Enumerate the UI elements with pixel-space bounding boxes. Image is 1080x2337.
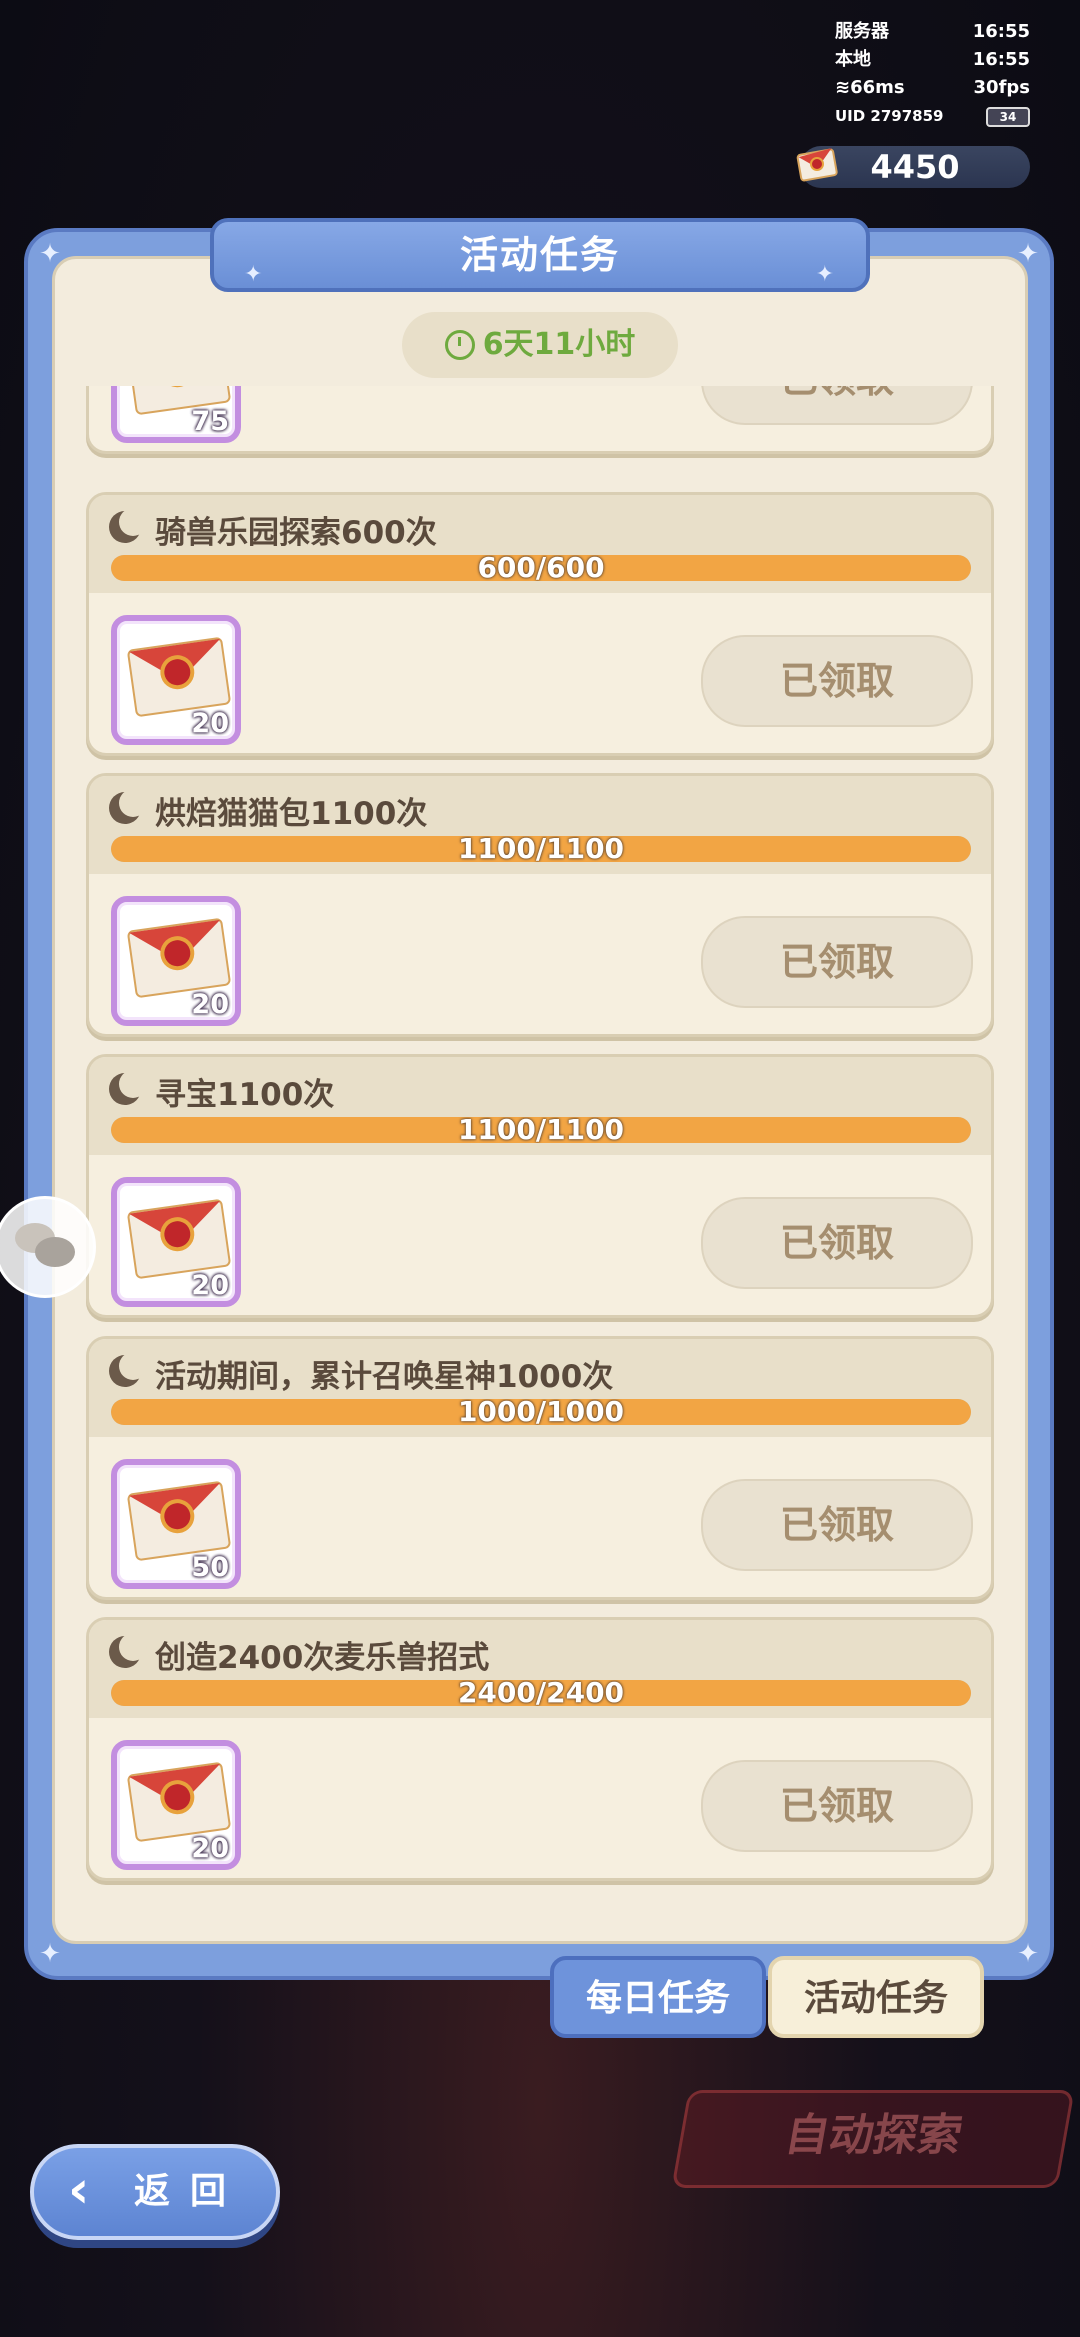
- progress-text: 600/600: [477, 555, 605, 581]
- task-name: 寻宝1100次: [155, 1077, 335, 1113]
- progress-bar: 600/600: [111, 555, 971, 581]
- local-label: 本地: [835, 49, 871, 70]
- task-card: 烘焙猫猫包1100次 1100/1100 20 已领取: [86, 773, 994, 1037]
- progress-text: 1000/1000: [457, 1399, 625, 1425]
- claimed-button[interactable]: 已领取: [701, 635, 973, 727]
- wifi-icon: ≋: [835, 77, 851, 98]
- task-card: 75 已领取: [86, 386, 994, 454]
- claimed-button[interactable]: 已领取: [701, 386, 973, 425]
- progress-bar: 1100/1100: [111, 1117, 971, 1143]
- task-header: 烘焙猫猫包1100次 1100/1100: [89, 776, 991, 874]
- reward-item[interactable]: 50: [111, 1459, 241, 1589]
- progress-bar: 1100/1100: [111, 836, 971, 862]
- reward-item[interactable]: 20: [111, 1740, 241, 1870]
- battery-icon: 34: [986, 107, 1030, 127]
- moon-icon: [109, 1633, 147, 1668]
- task-header: 骑兽乐园探索600次 600/600: [89, 495, 991, 593]
- red-envelope-icon: [126, 636, 232, 718]
- clock-icon: [444, 330, 475, 360]
- auto-explore-button[interactable]: 自动探索: [671, 2090, 1075, 2188]
- currency-amount: 4450: [870, 148, 960, 186]
- reward-item[interactable]: 75: [111, 386, 241, 443]
- task-name: 烘焙猫猫包1100次: [155, 796, 428, 832]
- moon-icon: [109, 1070, 147, 1105]
- task-name: 创造2400次麦乐兽招式: [155, 1640, 490, 1676]
- task-name: 活动期间，累计召唤星神1000次: [155, 1359, 614, 1395]
- status-hud: 服务器 16:55 本地 16:55 ≋66ms 30fps UID 2797859 3…: [835, 18, 1030, 130]
- reward-count: 20: [191, 1833, 229, 1864]
- claimed-button[interactable]: 已领取: [701, 1760, 973, 1852]
- reward-item[interactable]: 20: [111, 1177, 241, 1307]
- claimed-button[interactable]: 已领取: [701, 916, 973, 1008]
- tab-daily-tasks[interactable]: 每日任务: [550, 1956, 766, 2038]
- red-envelope-icon: [126, 1480, 232, 1562]
- uid: UID 2797859: [835, 107, 944, 125]
- progress-bar: 2400/2400: [111, 1680, 971, 1706]
- red-envelope-icon: [796, 148, 838, 182]
- reward-item[interactable]: 20: [111, 896, 241, 1026]
- corner-star-icon: ✦: [39, 1939, 61, 1969]
- progress-text: 2400/2400: [457, 1680, 625, 1706]
- progress-bar: 1000/1000: [111, 1399, 971, 1425]
- reward-count: 75: [191, 406, 229, 437]
- task-card: 活动期间，累计召唤星神1000次 1000/1000 50 已领取: [86, 1336, 994, 1600]
- task-header: 活动期间，累计召唤星神1000次 1000/1000: [89, 1339, 991, 1437]
- moon-icon: [109, 789, 147, 824]
- back-label: 返回: [134, 2171, 247, 2212]
- task-header: 创造2400次麦乐兽招式 2400/2400: [89, 1620, 991, 1718]
- red-envelope-icon: [126, 1761, 232, 1843]
- task-name: 骑兽乐园探索600次: [155, 515, 437, 551]
- reward-item[interactable]: 20: [111, 615, 241, 745]
- moon-icon: [109, 1352, 147, 1387]
- chat-bubble-icon: [35, 1237, 75, 1267]
- server-time: 16:55: [972, 21, 1030, 42]
- back-arrow-icon: ‹: [68, 2160, 90, 2220]
- task-card: 骑兽乐园探索600次 600/600 20 已领取: [86, 492, 994, 756]
- red-envelope-icon: [126, 917, 232, 999]
- reward-count: 20: [191, 1270, 229, 1301]
- claimed-button[interactable]: 已领取: [701, 1479, 973, 1571]
- fps: 30fps: [973, 77, 1030, 98]
- tab-event-tasks[interactable]: 活动任务: [768, 1956, 984, 2038]
- local-time: 16:55: [972, 49, 1030, 70]
- task-list[interactable]: 75 已领取 骑兽乐园探索600次 600/600 20 已领取 烘焙猫猫包11…: [86, 386, 994, 1898]
- event-timer: 6天11小时: [402, 312, 678, 378]
- task-card: 寻宝1100次 1100/1100 20 已领取: [86, 1054, 994, 1318]
- sparkle-icon: ✦: [815, 262, 836, 287]
- server-label: 服务器: [835, 21, 889, 42]
- claimed-button[interactable]: 已领取: [701, 1197, 973, 1289]
- reward-count: 20: [191, 989, 229, 1020]
- task-card: 创造2400次麦乐兽招式 2400/2400 20 已领取: [86, 1617, 994, 1881]
- sparkle-icon: ✦: [244, 262, 265, 287]
- task-header: 寻宝1100次 1100/1100: [89, 1057, 991, 1155]
- progress-text: 1100/1100: [457, 1117, 625, 1143]
- red-envelope-icon: [126, 1198, 232, 1280]
- reward-count: 50: [191, 1552, 229, 1583]
- panel-title-plate: ✦ 活动任务 ✦: [210, 218, 870, 292]
- moon-icon: [109, 508, 147, 543]
- currency-display: 4450: [796, 146, 1030, 188]
- progress-text: 1100/1100: [457, 836, 625, 862]
- timer-text: 6天11小时: [482, 327, 636, 362]
- page-title: 活动任务: [459, 233, 620, 277]
- reward-count: 20: [191, 708, 229, 739]
- corner-star-icon: ✦: [1017, 1939, 1039, 1969]
- ping: ≋66ms: [835, 77, 905, 98]
- back-button[interactable]: ‹ 返回: [30, 2144, 280, 2240]
